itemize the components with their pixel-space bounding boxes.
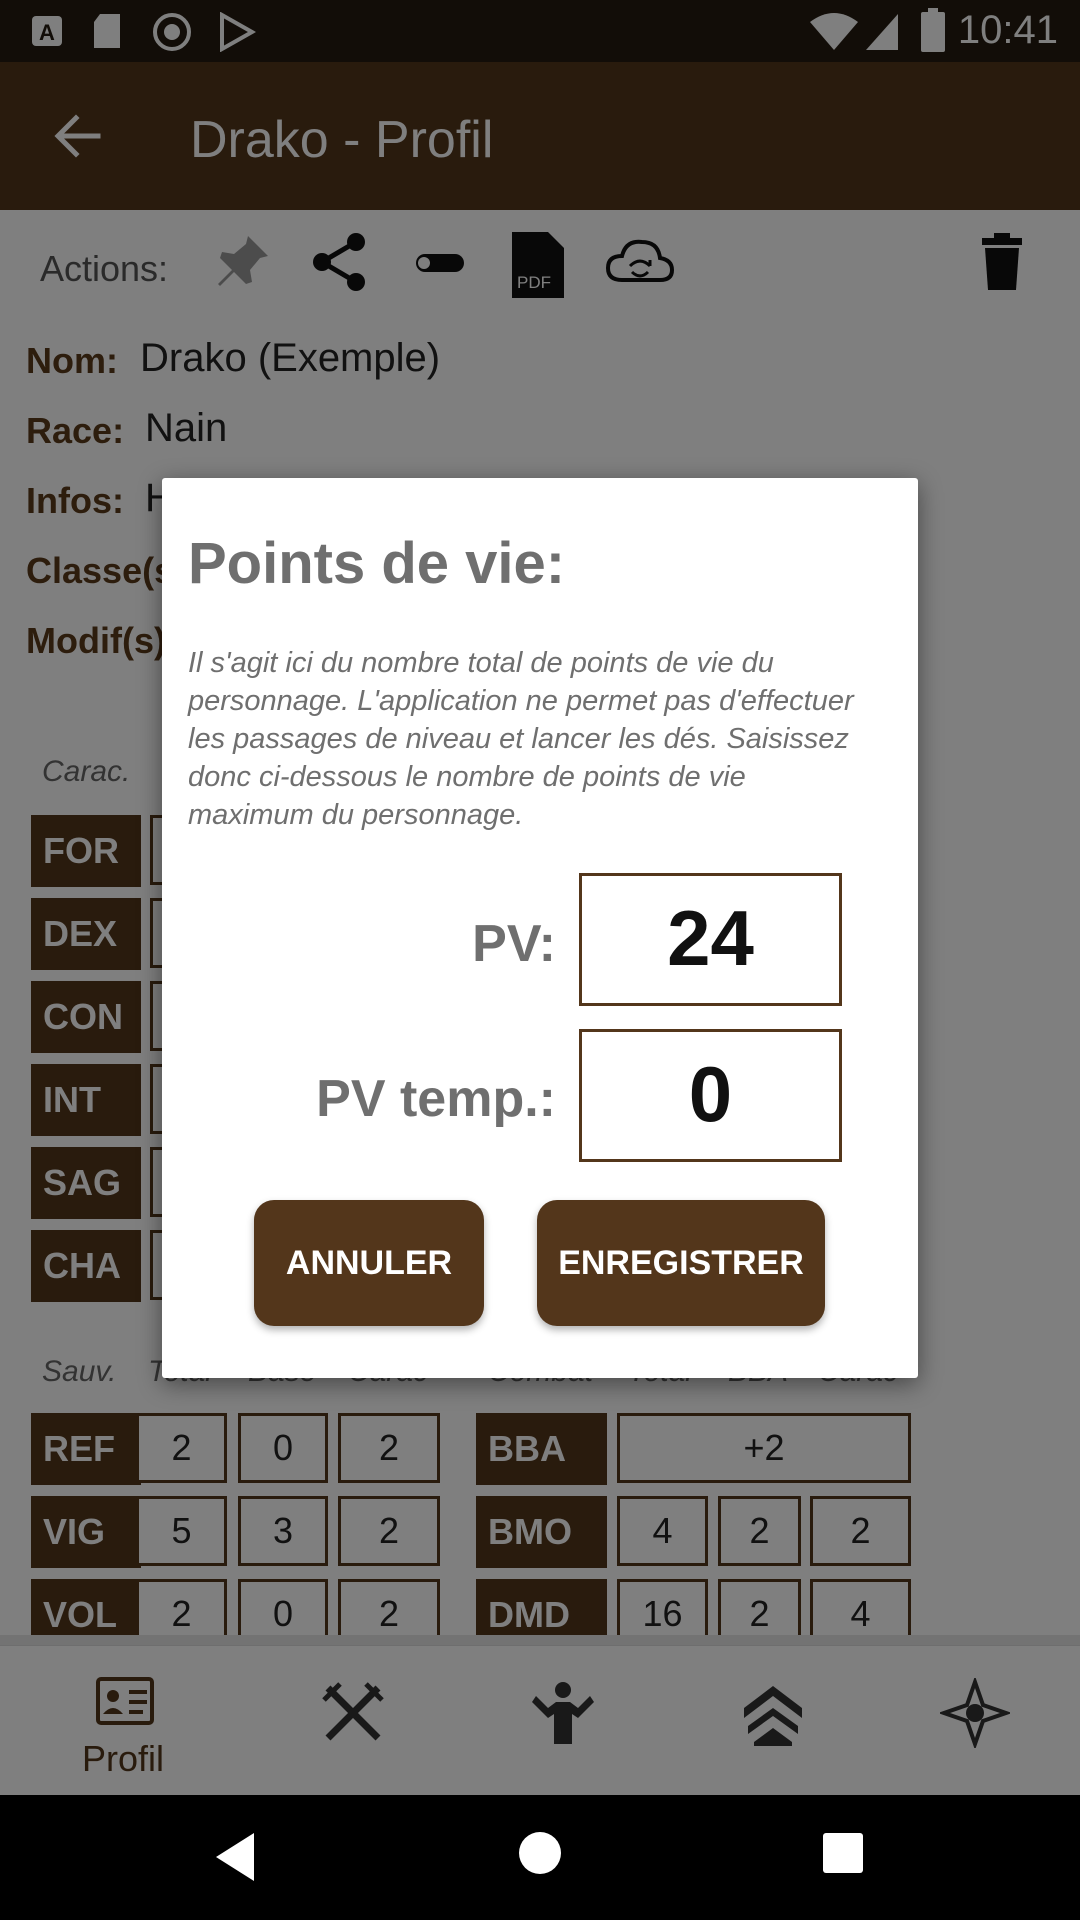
- save-button[interactable]: ENREGISTRER: [537, 1200, 825, 1326]
- pv-temp-label: PV temp.:: [316, 1070, 556, 1128]
- nav-home-icon[interactable]: [518, 1831, 562, 1875]
- system-navigation-bar: [0, 1795, 1080, 1920]
- cancel-button[interactable]: ANNULER: [254, 1200, 484, 1326]
- hit-points-dialog: Points de vie: Il s'agit ici du nombre t…: [162, 478, 918, 1378]
- pv-temp-input[interactable]: 0: [579, 1029, 842, 1162]
- pv-input[interactable]: 24: [579, 873, 842, 1006]
- dialog-description: Il s'agit ici du nombre total de points …: [188, 647, 854, 831]
- pv-label: PV:: [472, 915, 556, 973]
- dialog-title: Points de vie:: [188, 531, 566, 596]
- nav-back-icon[interactable]: [212, 1831, 258, 1883]
- nav-recents-icon[interactable]: [822, 1832, 864, 1874]
